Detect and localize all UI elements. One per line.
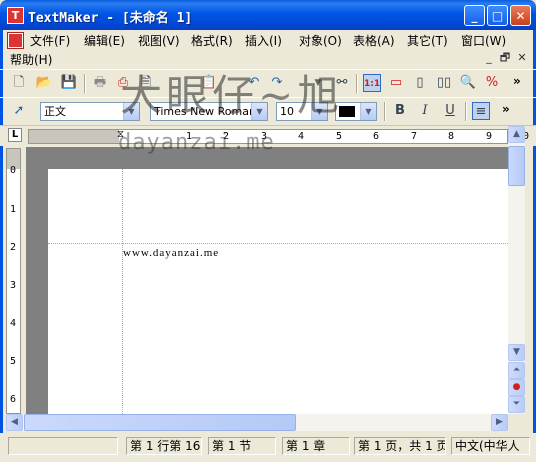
status-language[interactable]: 中文(中华人 [451, 437, 530, 455]
horizontal-scroll-thumb[interactable] [24, 414, 296, 431]
watermark-logo-text: 大眼仔~旭 [120, 71, 344, 120]
save-icon[interactable]: 💾 [60, 74, 78, 92]
window-title: TextMaker - [未命名 1] [28, 11, 193, 26]
scroll-left-button[interactable]: ◀ [6, 414, 23, 431]
scroll-right-button[interactable]: ▶ [491, 414, 508, 431]
ruler-label: 7 [411, 131, 418, 142]
bold-button[interactable]: B [391, 102, 409, 120]
status-section: 第 1 节 [208, 437, 276, 455]
status-position: 第 1 行第 16 [126, 437, 202, 455]
close-button[interactable]: ✕ [510, 5, 531, 26]
menu-file[interactable]: 文件(F) [30, 32, 70, 49]
ruler-label: 6 [373, 131, 380, 142]
page-width-icon[interactable]: ▭ [387, 74, 405, 92]
next-page-button[interactable]: ⏷ [508, 396, 525, 413]
margin-guide [122, 169, 123, 414]
zoom-percent-icon[interactable]: % [483, 74, 501, 92]
zoom-100-icon[interactable]: 1:1 [363, 74, 381, 92]
toolbar-separator [356, 74, 358, 93]
ruler-label: 9 [486, 131, 493, 142]
vertical-scrollbar[interactable]: ▲ ▼ ⏶ ● ⏷ [508, 126, 525, 414]
mdi-minimize-button[interactable]: _ [482, 52, 496, 64]
horizontal-scrollbar[interactable]: ◀ ▶ [6, 414, 508, 431]
toolbar-overflow-icon[interactable]: » [513, 74, 521, 88]
maximize-button[interactable]: □ [487, 5, 508, 26]
toolbar-separator [84, 74, 86, 93]
print-icon[interactable]: 🖶 [91, 74, 109, 92]
status-panel-message [8, 437, 118, 455]
status-chapter: 第 1 章 [282, 437, 350, 455]
vertical-ruler[interactable]: 0 1 2 3 4 5 6 [6, 148, 21, 414]
ruler-label: 5 [336, 131, 343, 142]
ruler-label: 1 [10, 204, 17, 215]
ruler-label: 0 [10, 165, 17, 176]
new-document-icon[interactable]: 🗋 [10, 74, 28, 92]
align-left-icon[interactable]: ≡ [472, 102, 490, 120]
ruler-label: 5 [10, 356, 17, 367]
two-pages-icon[interactable]: ▯▯ [435, 74, 453, 92]
tab-stop-selector[interactable]: L [8, 128, 22, 142]
margin-guide [48, 243, 508, 244]
ruler-label: 6 [10, 394, 17, 405]
chevron-down-icon[interactable]: ▼ [360, 103, 376, 120]
pointer-arrow-icon[interactable]: ➚ [10, 102, 28, 120]
menu-format[interactable]: 格式(R) [191, 32, 233, 49]
toolbar-overflow-icon[interactable]: » [502, 102, 510, 116]
full-page-icon[interactable]: ▯ [411, 74, 429, 92]
mdi-close-button[interactable]: ✕ [515, 52, 529, 64]
menu-edit[interactable]: 编辑(E) [84, 32, 125, 49]
ruler-label: 4 [298, 131, 305, 142]
status-page: 第 1 页，共 1 页 [354, 437, 446, 455]
previous-page-button[interactable]: ⏶ [508, 362, 525, 379]
ruler-margin [29, 130, 119, 143]
menu-help[interactable]: 帮助(H) [10, 51, 52, 68]
ruler-label: 2 [10, 242, 17, 253]
paragraph-style-value: 正文 [44, 105, 66, 118]
open-folder-icon[interactable]: 📂 [35, 74, 53, 92]
scroll-down-button[interactable]: ▼ [508, 344, 525, 361]
zoom-magnifier-icon[interactable]: 🔍 [459, 74, 477, 92]
italic-button[interactable]: I [416, 102, 434, 120]
toolbar-separator [384, 102, 386, 121]
app-icon[interactable]: T [7, 7, 24, 24]
menu-table[interactable]: 表格(A) [353, 32, 395, 49]
vertical-scroll-thumb[interactable] [508, 146, 525, 186]
scroll-up-button[interactable]: ▲ [508, 126, 525, 143]
menu-other[interactable]: 其它(T) [407, 32, 448, 49]
menu-insert[interactable]: 插入(I) [245, 32, 282, 49]
ruler-label: 8 [448, 131, 455, 142]
toolbar-separator [465, 102, 467, 121]
menu-window[interactable]: 窗口(W) [461, 32, 506, 49]
title-bar: T TextMaker - [未命名 1] _ □ ✕ [0, 0, 536, 30]
document-icon[interactable] [8, 33, 23, 48]
minimize-button[interactable]: _ [464, 5, 485, 26]
browse-object-button[interactable]: ● [508, 379, 525, 396]
watermark-url-text: dayanzai.me [118, 130, 275, 155]
ruler-label: 4 [10, 318, 17, 329]
document-text[interactable]: www.dayanzai.me [123, 247, 219, 259]
document-page[interactable]: www.dayanzai.me [48, 169, 508, 414]
status-bar: 第 1 行第 16 第 1 节 第 1 章 第 1 页，共 1 页 中文(中华人 [0, 433, 536, 462]
menu-object[interactable]: 对象(O) [299, 32, 342, 49]
menu-view[interactable]: 视图(V) [138, 32, 180, 49]
mdi-restore-button[interactable]: 🗗 [498, 52, 512, 64]
ruler-label: 3 [10, 280, 17, 291]
underline-button[interactable]: U [441, 102, 459, 120]
